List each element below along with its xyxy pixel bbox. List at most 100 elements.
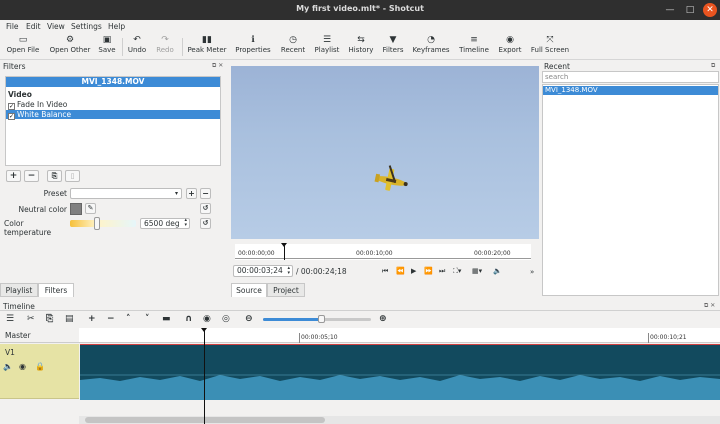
- close-icon[interactable]: ✕: [703, 3, 717, 17]
- filter-list[interactable]: MVI_1348.MOV Video ✓ Fade In Video ✓ White…: [5, 76, 221, 166]
- copy-icon[interactable]: ⎘: [46, 314, 53, 325]
- recent-list[interactable]: MVI_1348.MOV: [542, 84, 719, 296]
- reset-neutral-color-button[interactable]: ↺: [200, 203, 211, 214]
- playlist-button[interactable]: ☰ Playlist: [312, 34, 342, 59]
- redo-button[interactable]: ↷ Redo: [154, 34, 176, 59]
- tab-source[interactable]: Source: [231, 283, 267, 297]
- fast-forward-icon[interactable]: ⏩: [424, 267, 433, 275]
- append-icon[interactable]: +: [88, 314, 96, 325]
- color-temperature-slider[interactable]: [70, 220, 136, 227]
- history-button[interactable]: ⇆ History: [346, 34, 376, 59]
- filters-button[interactable]: ▼ Filters: [380, 34, 406, 59]
- ripple-icon[interactable]: ◎: [222, 314, 230, 325]
- color-temperature-spinbox[interactable]: 6500 deg ▴ ▾: [140, 218, 190, 229]
- menu-settings[interactable]: Settings: [71, 22, 102, 31]
- recent-search-input[interactable]: search: [542, 71, 719, 83]
- timeline-menu-icon[interactable]: ☰: [6, 314, 14, 325]
- undo-button[interactable]: ↶ Undo: [126, 34, 148, 59]
- filters-panel-title: Filters: [3, 62, 26, 71]
- recent-icon: ◷: [289, 35, 297, 45]
- scrub-audio-icon[interactable]: ◉: [203, 314, 211, 325]
- menu-view[interactable]: View: [47, 22, 65, 31]
- menu-edit[interactable]: Edit: [26, 22, 41, 31]
- paste-icon[interactable]: ▤: [65, 314, 74, 325]
- timeline-ruler[interactable]: 00:00:05;10 00:00:10;21: [79, 328, 720, 343]
- filter-clip-name: MVI_1348.MOV: [6, 77, 220, 87]
- save-preset-button[interactable]: +: [186, 188, 197, 199]
- recent-button[interactable]: ◷ Recent: [279, 34, 307, 59]
- color-picker-icon[interactable]: ✎: [85, 203, 96, 214]
- play-icon[interactable]: ▶: [411, 267, 416, 275]
- lift-icon[interactable]: ˄: [126, 314, 131, 325]
- timeline-horizontal-scrollbar[interactable]: [79, 416, 720, 424]
- master-track-header[interactable]: Master: [0, 328, 79, 343]
- menu-file[interactable]: File: [6, 22, 19, 31]
- skip-next-icon[interactable]: ⏭: [439, 267, 445, 276]
- maximize-icon[interactable]: □: [683, 3, 697, 17]
- keyframes-button[interactable]: ◔ Keyframes: [411, 34, 451, 59]
- panel-float-close-icons[interactable]: ⧉ ✕: [704, 302, 715, 310]
- slider-handle[interactable]: [94, 217, 100, 230]
- save-button[interactable]: ▣ Save: [96, 34, 118, 59]
- checkbox-icon[interactable]: ✓: [8, 103, 15, 110]
- peak-meter-button[interactable]: ▮▮ Peak Meter: [186, 34, 228, 59]
- preset-label: Preset: [43, 189, 67, 198]
- chevron-down-icon: ▾: [174, 190, 178, 197]
- zoom-slider-handle[interactable]: [318, 315, 325, 323]
- ruler-tick: [648, 333, 649, 343]
- recent-item[interactable]: MVI_1348.MOV: [543, 86, 718, 95]
- remove-filter-button[interactable]: −: [24, 170, 39, 182]
- copy-filter-button[interactable]: ⎘: [47, 170, 62, 182]
- cut-icon[interactable]: ✂: [27, 314, 35, 325]
- timeline-button[interactable]: ≡ Timeline: [457, 34, 491, 59]
- properties-button[interactable]: ℹ Properties: [234, 34, 272, 59]
- paste-filter-button[interactable]: ▯: [65, 170, 80, 182]
- tab-playlist[interactable]: Playlist: [0, 283, 38, 297]
- reset-color-temperature-button[interactable]: ↺: [200, 218, 211, 229]
- open-file-button[interactable]: ▭ Open File: [4, 34, 42, 59]
- zoom-out-icon[interactable]: ⊖: [245, 314, 253, 325]
- tab-project[interactable]: Project: [267, 283, 305, 297]
- ruler-tick-label: 00:00:20;00: [474, 250, 511, 257]
- minimize-icon[interactable]: —: [663, 3, 677, 17]
- overwrite-icon[interactable]: ˅: [145, 314, 150, 325]
- remove-icon[interactable]: −: [107, 314, 115, 325]
- grid-icon[interactable]: ▦▾: [472, 267, 482, 275]
- full-screen-button[interactable]: ⤧ Full Screen: [528, 34, 572, 59]
- timeline-playhead[interactable]: [204, 329, 205, 424]
- tab-filters[interactable]: Filters: [38, 283, 74, 297]
- toolbar-separator: [122, 38, 123, 56]
- checkbox-icon[interactable]: ✓: [8, 113, 15, 120]
- video-preview[interactable]: [231, 66, 539, 239]
- panel-float-close-icons[interactable]: ⧉ ✕: [212, 62, 223, 70]
- zoom-in-icon[interactable]: ⊕: [379, 314, 387, 325]
- eye-icon[interactable]: ◉: [19, 362, 26, 371]
- export-button[interactable]: ◉ Export: [496, 34, 524, 59]
- preset-select[interactable]: ▾: [70, 188, 182, 199]
- zoom-slider[interactable]: [263, 318, 371, 321]
- open-other-button[interactable]: ⚙ Open Other: [46, 34, 94, 59]
- v1-track-header[interactable]: V1 🔈 ◉ 🔒: [0, 344, 79, 399]
- color-temperature-label: Color temperature: [4, 219, 52, 237]
- add-filter-button[interactable]: +: [6, 170, 21, 182]
- mute-icon[interactable]: 🔈: [3, 362, 13, 371]
- volume-icon[interactable]: 🔈: [493, 267, 502, 275]
- rewind-icon[interactable]: ⏪: [396, 267, 405, 275]
- player-ruler[interactable]: 00:00:00;00 00:00:10;00 00:00:20;00: [235, 243, 531, 260]
- lock-icon[interactable]: 🔒: [35, 362, 45, 371]
- filter-item-white-balance[interactable]: ✓ White Balance: [6, 110, 220, 120]
- spin-arrows-icon[interactable]: ▴ ▾: [287, 266, 290, 276]
- menu-help[interactable]: Help: [108, 22, 125, 31]
- scrollbar-thumb[interactable]: [85, 417, 325, 423]
- delete-preset-button[interactable]: −: [200, 188, 211, 199]
- position-timecode[interactable]: 00:00:03;24 ▴ ▾: [233, 265, 293, 277]
- zoom-icon[interactable]: ⛶▾: [453, 267, 461, 276]
- snap-magnet-icon[interactable]: ∩: [185, 314, 192, 325]
- video-clip[interactable]: [80, 344, 720, 400]
- filter-item-fade-in[interactable]: ✓ Fade In Video: [6, 100, 220, 110]
- spin-arrows-icon[interactable]: ▴ ▾: [184, 218, 187, 228]
- split-icon[interactable]: ▬: [162, 314, 171, 325]
- more-icon[interactable]: »: [530, 268, 534, 276]
- skip-previous-icon[interactable]: ⏮: [382, 267, 388, 276]
- neutral-color-swatch[interactable]: [70, 203, 82, 215]
